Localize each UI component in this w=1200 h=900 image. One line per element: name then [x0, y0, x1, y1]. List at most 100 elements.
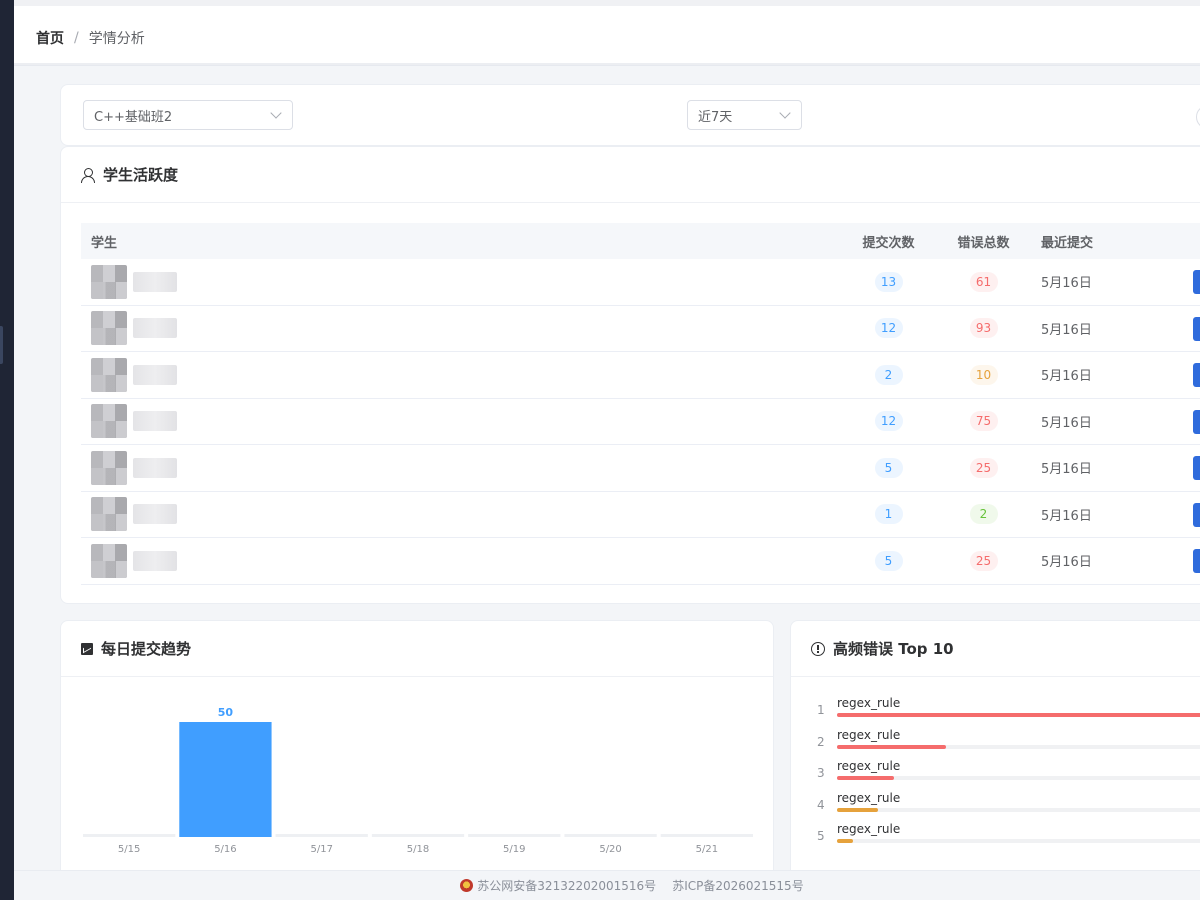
list-item[interactable]: 3 regex_rule: [817, 758, 1200, 790]
sidebar-active-marker: [0, 326, 3, 364]
student-name-redacted: [133, 504, 177, 525]
warning-icon: [811, 641, 825, 656]
column-header-student[interactable]: 学生: [81, 232, 841, 251]
breadcrumb-separator: /: [74, 30, 79, 46]
submissions-badge: 12: [874, 318, 903, 339]
errors-cell: 2: [936, 504, 1031, 525]
error-rank: 3: [817, 766, 825, 780]
submissions-badge: 5: [874, 550, 903, 571]
error-bar-track: [837, 839, 1200, 843]
table-row: 12 93 5月16日: [81, 306, 1200, 352]
card-header: 高频错误 Top 10: [791, 621, 1200, 677]
student-cell: [81, 543, 841, 578]
column-header-errors[interactable]: 错误总数: [936, 232, 1031, 251]
student-activity-card: 学生活跃度 学生 提交次数 错误总数 最近提交 13 61 5月16日 12 93 5月1…: [60, 146, 1200, 604]
table-row: 2 10 5月16日: [81, 352, 1200, 399]
avatar: [91, 497, 127, 532]
submissions-cell: 1: [841, 504, 936, 525]
errors-cell: 93: [936, 318, 1031, 339]
police-record[interactable]: 苏公网安备32132202001516号: [477, 877, 656, 894]
error-bar-track: [837, 776, 1200, 780]
trend-bar-chart: 5/15 50 5/16 5/17 5/18 5/19 5/20 5/21: [83, 706, 753, 855]
submissions-cell: 12: [841, 318, 936, 339]
breadcrumb-home[interactable]: 首页: [36, 28, 64, 48]
submissions-badge: 12: [874, 411, 903, 432]
icp-record[interactable]: 苏ICP备2026021515号: [672, 877, 804, 894]
bar-baseline: [468, 834, 561, 837]
class-select-value: C++基础班2: [94, 109, 173, 125]
view-detail-button[interactable]: [1193, 409, 1200, 434]
submissions-cell: 12: [841, 411, 936, 432]
bar-baseline: [83, 834, 176, 837]
avatar: [91, 404, 127, 439]
top-header: 首页 / 学情分析: [14, 0, 1200, 66]
card-header: 每日提交趋势: [61, 621, 773, 677]
tab-strip: [14, 0, 1200, 6]
x-tick-label: 5/20: [599, 844, 621, 855]
last-submit-time: 5月16日: [1041, 555, 1092, 571]
error-bar-fill: [837, 713, 1200, 717]
errors-badge: 61: [969, 271, 998, 292]
x-tick-label: 5/21: [696, 844, 718, 855]
class-select[interactable]: C++基础班2: [83, 100, 293, 130]
last-submit-time: 5月16日: [1041, 415, 1092, 431]
avatar: [91, 450, 127, 485]
submissions-cell: 13: [841, 271, 936, 292]
last-submit-cell: 5月16日: [1031, 551, 1151, 570]
errors-badge: 2: [969, 504, 998, 525]
submissions-cell: 2: [841, 364, 936, 385]
line-chart-icon: [81, 642, 93, 655]
student-name-redacted: [133, 411, 177, 432]
student-cell: [81, 450, 841, 485]
daily-trend-card: 每日提交趋势 5/15 50 5/16 5/17 5/18 5/19 5/20 5/21: [60, 620, 774, 880]
last-submit-time: 5月16日: [1041, 462, 1092, 478]
avatar: [91, 311, 127, 346]
table-row: 13 61 5月16日: [81, 259, 1200, 306]
view-detail-button[interactable]: [1193, 316, 1200, 341]
errors-cell: 10: [936, 364, 1031, 385]
submissions-cell: 5: [841, 457, 936, 478]
refresh-button[interactable]: [1196, 105, 1200, 129]
column-header-submissions[interactable]: 提交次数: [841, 232, 936, 251]
view-detail-button[interactable]: [1193, 363, 1200, 387]
error-label: regex_rule: [837, 759, 901, 773]
table-header: 学生 提交次数 错误总数 最近提交: [81, 223, 1200, 259]
sidebar-rail: [0, 0, 14, 900]
student-cell: [81, 264, 841, 299]
error-label: regex_rule: [837, 822, 901, 836]
view-detail-button[interactable]: [1193, 270, 1200, 294]
breadcrumb: 首页 / 学情分析: [36, 28, 145, 48]
errors-badge: 75: [969, 411, 998, 432]
error-rank: 2: [817, 734, 825, 749]
list-item[interactable]: 1 regex_rule: [817, 695, 1200, 727]
table-row: 5 25 5月16日: [81, 445, 1200, 492]
range-select-value: 近7天: [698, 109, 733, 125]
bar-baseline: [660, 834, 753, 837]
table-row: 12 75 5月16日: [81, 399, 1200, 445]
list-item[interactable]: 5 regex_rule: [817, 821, 1200, 853]
list-item[interactable]: 4 regex_rule: [817, 790, 1200, 822]
data-label: 50: [218, 706, 234, 719]
card-title: 高频错误 Top 10: [833, 640, 954, 658]
chart-bar[interactable]: [179, 722, 272, 837]
list-item[interactable]: 2 regex_rule: [817, 727, 1200, 759]
bar-baseline: [371, 834, 465, 837]
errors-cell: 25: [936, 550, 1031, 571]
errors-cell: 61: [936, 271, 1031, 292]
student-name-redacted: [133, 457, 177, 478]
last-submit-cell: 5月16日: [1031, 412, 1151, 431]
column-header-last[interactable]: 最近提交: [1031, 232, 1151, 251]
error-label: regex_rule: [837, 727, 901, 742]
x-tick-label: 5/17: [310, 844, 332, 855]
view-detail-button[interactable]: [1193, 549, 1200, 573]
avatar: [91, 264, 127, 299]
last-submit-cell: 5月16日: [1031, 319, 1151, 338]
view-detail-button[interactable]: [1193, 456, 1200, 480]
range-select[interactable]: 近7天: [687, 100, 802, 130]
error-bar-track: [837, 713, 1200, 717]
error-rank: 4: [817, 797, 825, 812]
errors-badge: 25: [969, 550, 998, 571]
chevron-down-icon: [270, 107, 282, 119]
view-detail-button[interactable]: [1193, 502, 1200, 527]
last-submit-cell: 5月16日: [1031, 505, 1151, 524]
